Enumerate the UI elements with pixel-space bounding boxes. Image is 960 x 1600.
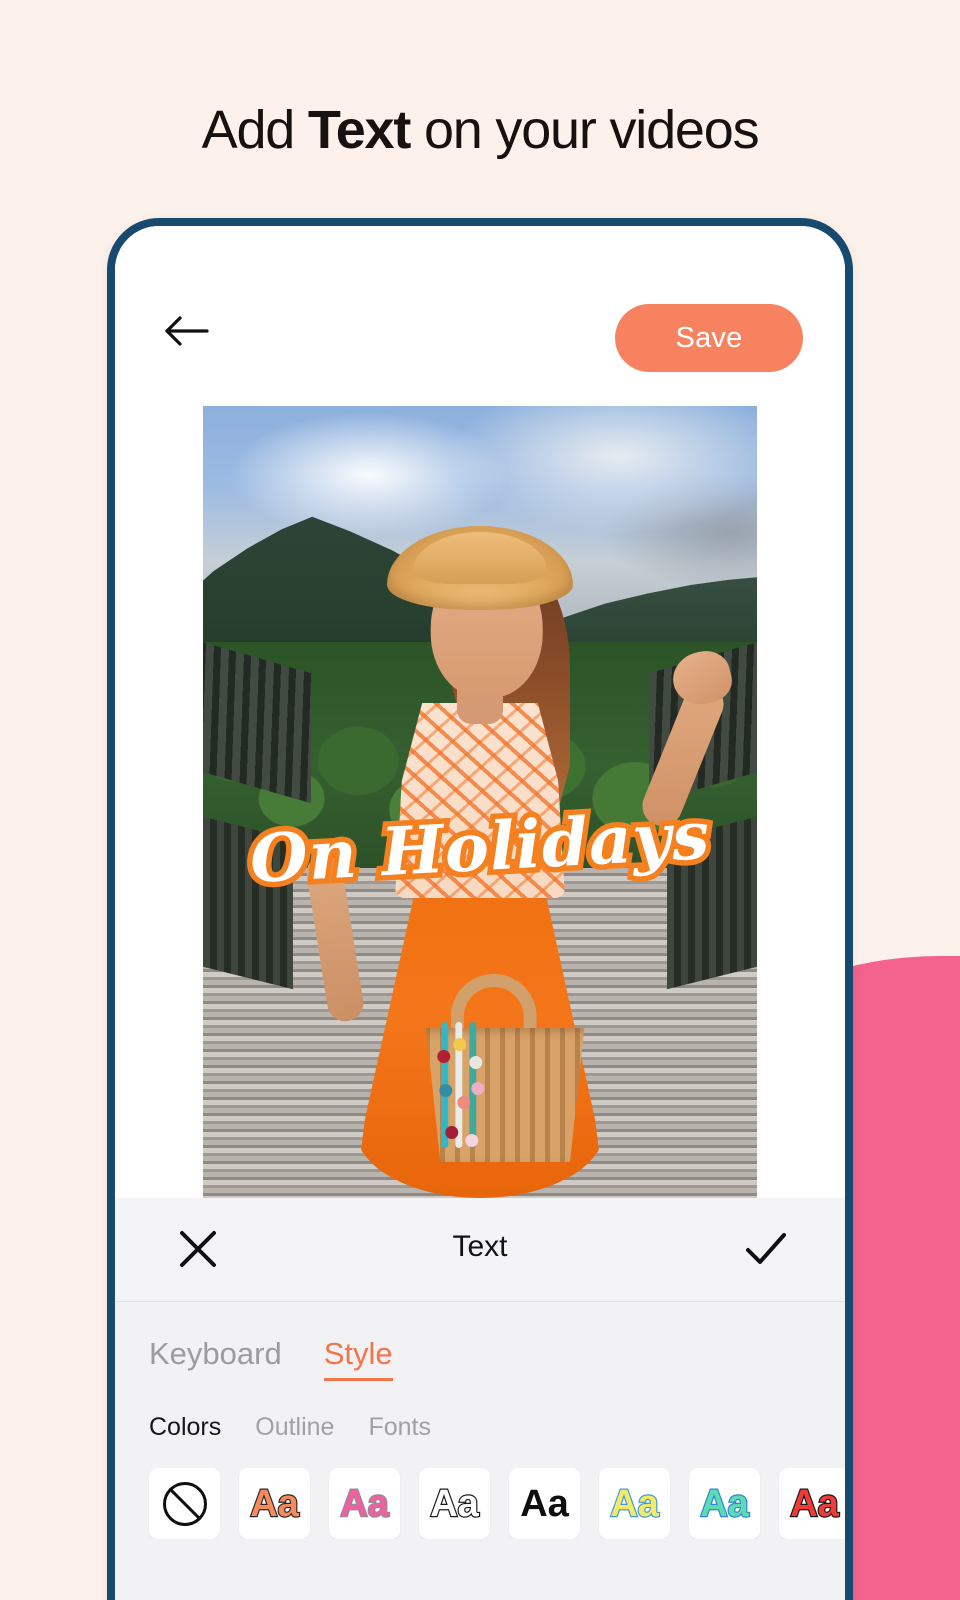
pompom (465, 1134, 479, 1147)
mode-tab-bar: Keyboard Style (115, 1302, 845, 1381)
color-swatch-none[interactable] (149, 1468, 220, 1539)
page-title: Add Text on your videos (0, 96, 960, 164)
pompom (457, 1096, 471, 1109)
no-color-icon (162, 1481, 207, 1526)
sheet-title: Text (452, 1230, 508, 1263)
video-preview-canvas[interactable]: On Holidays (203, 406, 757, 1198)
style-sub-tab-bar: Colors Outline Fonts (115, 1381, 845, 1442)
pompom (445, 1126, 459, 1139)
color-swatch-orange[interactable]: Aa (239, 1468, 310, 1539)
page-title-before: Add (201, 100, 308, 160)
color-swatch-yellow[interactable]: Aa (599, 1468, 670, 1539)
check-icon[interactable] (743, 1228, 789, 1270)
swatch-label: Aa (520, 1482, 569, 1525)
page-title-after: on your videos (410, 100, 760, 160)
color-swatch-black[interactable]: Aa (509, 1468, 580, 1539)
color-swatch-list[interactable]: Aa Aa Aa Aa Aa Aa Aa (115, 1442, 845, 1539)
swatch-label: Aa (249, 1482, 300, 1525)
color-swatch-red[interactable]: Aa (779, 1468, 845, 1539)
phone-screen: Save On Holidays Text Keyboard Style Col… (115, 226, 845, 1600)
app-top-bar: Save (115, 226, 845, 406)
text-editor-sheet: Text Keyboard Style Colors Outline Fonts… (115, 1198, 845, 1600)
pompom (439, 1084, 453, 1097)
straw-hat (387, 526, 573, 610)
sub-tab-outline[interactable]: Outline (255, 1413, 334, 1442)
pompom (469, 1056, 483, 1069)
pompom-tassels (435, 1022, 487, 1154)
color-swatch-pink[interactable]: Aa (329, 1468, 400, 1539)
pompom (471, 1082, 485, 1095)
pompom (437, 1050, 451, 1063)
page-title-emphasis: Text (307, 100, 411, 160)
arrow-left-icon[interactable] (163, 314, 209, 348)
sub-tab-fonts[interactable]: Fonts (368, 1413, 431, 1442)
phone-mockup: Save On Holidays Text Keyboard Style Col… (107, 218, 853, 1600)
sheet-header: Text (115, 1198, 845, 1302)
save-button[interactable]: Save (615, 304, 803, 372)
sub-tab-colors[interactable]: Colors (149, 1413, 221, 1442)
swatch-label: Aa (339, 1482, 390, 1525)
swatch-label: Aa (609, 1482, 660, 1525)
tab-keyboard[interactable]: Keyboard (149, 1336, 282, 1378)
swatch-label: Aa (699, 1482, 750, 1525)
color-swatch-teal[interactable]: Aa (689, 1468, 760, 1539)
tab-style[interactable]: Style (323, 1336, 393, 1381)
swatch-label: Aa (429, 1482, 480, 1525)
color-swatch-white[interactable]: Aa (419, 1468, 490, 1539)
pompom (453, 1038, 467, 1051)
swatch-label: Aa (789, 1482, 840, 1525)
